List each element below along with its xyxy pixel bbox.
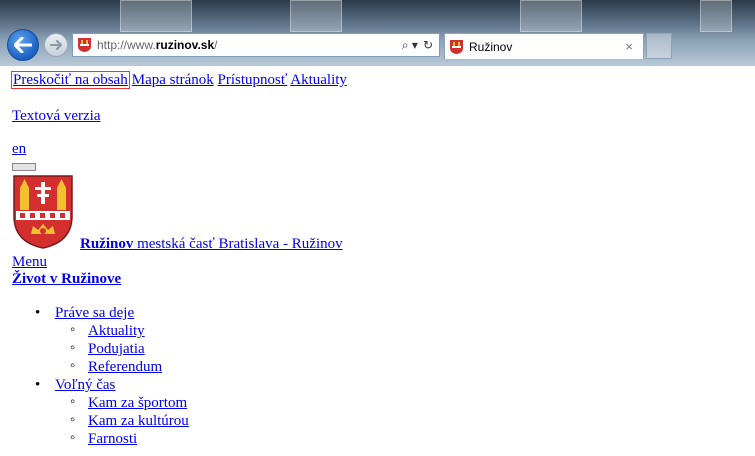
nav-item-prave-sa-deje: Práve sa deje Aktuality Podujatia Refere… <box>12 304 189 376</box>
search-icon[interactable]: ⌕ ▾ <box>402 38 418 53</box>
forward-arrow-icon <box>50 40 62 50</box>
nav-link-podujatia[interactable]: Podujatia <box>88 341 145 357</box>
submenu-item: Referendum <box>55 357 189 376</box>
submenu-item: Podujatia <box>55 339 189 358</box>
accessibility-link[interactable]: Prístupnosť <box>218 72 288 88</box>
tab-favicon-icon <box>450 39 463 54</box>
main-navigation: Práve sa deje Aktuality Podujatia Refere… <box>12 304 189 448</box>
tab-title: Ružinov <box>469 39 513 54</box>
submenu-item: Farnosti <box>55 429 189 448</box>
submenu-item: Kam za kultúrou <box>55 411 189 430</box>
back-button[interactable] <box>7 29 39 61</box>
nav-link-kam-za-kulturou[interactable]: Kam za kultúrou <box>88 413 189 429</box>
nav-link-farnosti[interactable]: Farnosti <box>88 431 137 447</box>
nav-item-volny-cas: Voľný čas Kam za športom Kam za kultúrou… <box>12 376 189 448</box>
language-link-en[interactable]: en <box>12 141 26 158</box>
submenu-volny-cas: Kam za športom Kam za kultúrou Farnosti <box>55 393 189 448</box>
submenu-item: Kam za športom <box>55 393 189 412</box>
back-arrow-icon <box>14 37 32 53</box>
refresh-icon[interactable]: ↻ <box>423 38 433 52</box>
accessibility-links: Preskočiť na obsah Mapa stránok Prístupno… <box>11 71 347 89</box>
new-tab-button[interactable] <box>646 33 672 59</box>
background-decoration <box>700 0 732 32</box>
address-bar[interactable]: http://www.ruzinov.sk/ ⌕ ▾ ↻ <box>72 33 440 57</box>
nav-link-aktuality[interactable]: Aktuality <box>88 323 145 339</box>
url-text: http://www.ruzinov.sk/ <box>97 38 218 52</box>
life-in-ruzinov-link[interactable]: Život v Ružinove <box>12 271 121 288</box>
background-decoration <box>520 0 582 32</box>
language-toggle-button[interactable] <box>12 163 36 171</box>
news-link[interactable]: Aktuality <box>290 72 347 88</box>
browser-toolbar: http://www.ruzinov.sk/ ⌕ ▾ ↻ Ružinov × <box>0 0 755 66</box>
nav-link-volny-cas[interactable]: Voľný čas <box>55 377 115 393</box>
site-name-bold: Ružinov <box>80 236 134 252</box>
menu-link[interactable]: Menu <box>12 254 47 271</box>
browser-tab[interactable]: Ružinov × <box>444 33 644 59</box>
site-name-subtitle: mestská časť Bratislava - Ružinov <box>133 236 343 252</box>
background-decoration <box>290 0 342 32</box>
nav-link-referendum[interactable]: Referendum <box>88 359 162 375</box>
skip-to-content-link[interactable]: Preskočiť na obsah <box>11 71 130 89</box>
submenu-prave-sa-deje: Aktuality Podujatia Referendum <box>55 321 189 376</box>
site-home-link[interactable]: Ružinov mestská časť Bratislava - Ružino… <box>80 236 343 253</box>
nav-link-kam-za-sportom[interactable]: Kam za športom <box>88 395 187 411</box>
tab-close-icon[interactable]: × <box>625 39 633 54</box>
nav-link-prave-sa-deje[interactable]: Práve sa deje <box>55 305 134 321</box>
submenu-item: Aktuality <box>55 321 189 340</box>
page-content: Preskočiť na obsah Mapa stránok Prístupno… <box>0 66 755 456</box>
ruzinov-coat-of-arms-logo[interactable] <box>12 174 74 249</box>
text-version-link[interactable]: Textová verzia <box>12 108 100 125</box>
background-decoration <box>120 0 192 32</box>
site-favicon-icon <box>78 38 91 52</box>
forward-button[interactable] <box>44 33 68 57</box>
sitemap-link[interactable]: Mapa stránok <box>132 72 214 88</box>
